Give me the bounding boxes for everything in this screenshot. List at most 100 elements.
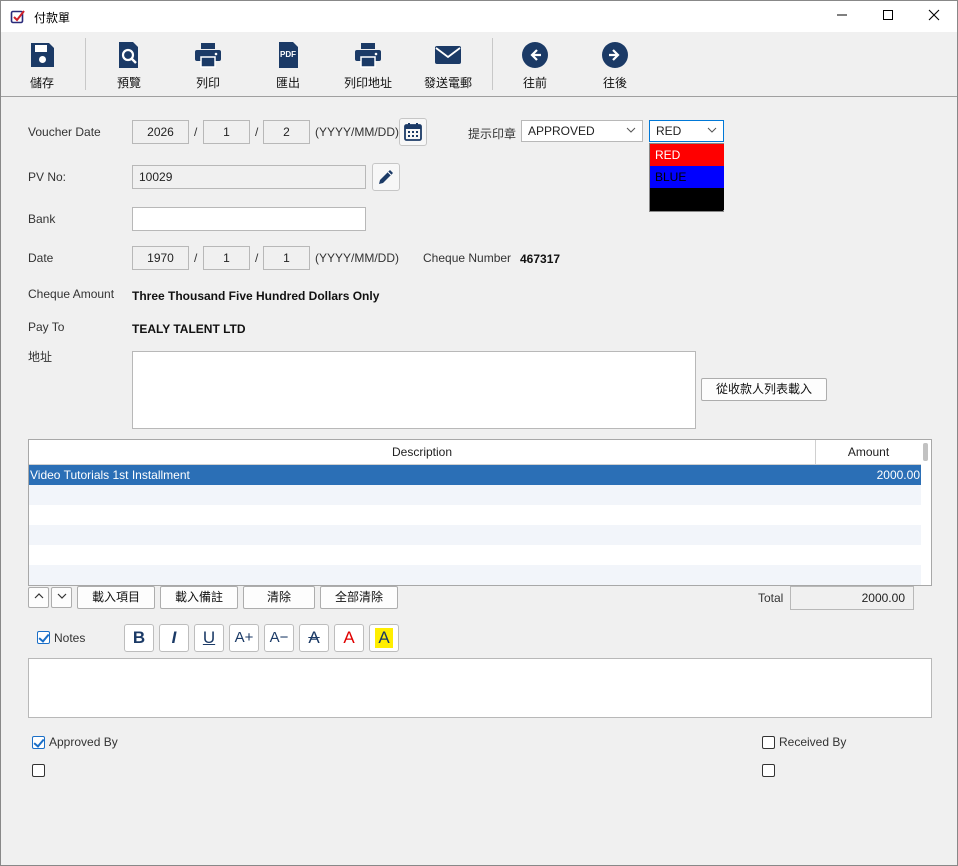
table-scrollbar[interactable]: [921, 440, 931, 585]
color-dropdown-list: RED BLUE: [649, 143, 724, 212]
table-row-empty[interactable]: [29, 485, 921, 505]
clear-all-button[interactable]: 全部清除: [320, 586, 398, 609]
total-field: 2000.00: [790, 586, 914, 610]
preview-button[interactable]: 預覽: [94, 36, 164, 94]
date-day-field[interactable]: 1: [263, 246, 310, 270]
color-select-value: RED: [656, 124, 682, 138]
received-by-checkbox[interactable]: [762, 736, 775, 749]
color-select[interactable]: RED: [649, 120, 724, 142]
pv-no-label: PV No:: [28, 170, 67, 184]
print-address-button[interactable]: 列印地址: [333, 36, 403, 94]
move-up-button[interactable]: [28, 587, 49, 608]
save-button[interactable]: 儲存: [7, 36, 77, 94]
minimize-button[interactable]: [819, 1, 865, 32]
highlight-button[interactable]: A: [369, 624, 399, 652]
previous-label: 往前: [522, 76, 547, 90]
cheque-amount-label: Cheque Amount: [28, 287, 115, 301]
send-email-label: 發送電郵: [423, 76, 472, 90]
load-remarks-button[interactable]: 載入備註: [160, 586, 238, 609]
items-table: Description Amount Video Tutorials 1st I…: [28, 439, 932, 586]
calendar-button[interactable]: [399, 118, 427, 146]
color-option-blue[interactable]: BLUE: [650, 166, 724, 188]
notes-checkbox[interactable]: [37, 631, 50, 644]
notes-textarea[interactable]: [28, 658, 932, 718]
table-row-empty[interactable]: [29, 525, 921, 545]
edit-pv-button[interactable]: [372, 163, 400, 191]
date-separator: /: [255, 125, 259, 139]
print-label: 列印: [195, 76, 220, 90]
pencil-icon: [379, 170, 393, 184]
load-from-payee-list-button[interactable]: 從收款人列表載入: [701, 378, 827, 401]
pv-no-field[interactable]: 10029: [132, 165, 366, 189]
export-label: 匯出: [275, 76, 300, 90]
date-separator: /: [194, 125, 198, 139]
strikethrough-button[interactable]: A: [299, 624, 329, 652]
color-option-red[interactable]: RED: [650, 144, 724, 166]
table-row[interactable]: Video Tutorials 1st Installment 2000.00: [29, 465, 921, 485]
voucher-date-label: Voucher Date: [28, 125, 101, 139]
increase-font-button[interactable]: A+: [229, 624, 259, 652]
next-button[interactable]: 往後: [580, 36, 650, 94]
export-button[interactable]: PDF 匯出: [253, 36, 323, 94]
underline-button[interactable]: U: [194, 624, 224, 652]
scrollbar-thumb[interactable]: [923, 443, 928, 461]
minimize-icon: [837, 14, 847, 16]
next-label: 往後: [602, 76, 627, 90]
table-row-empty[interactable]: [29, 545, 921, 565]
calendar-icon: [404, 123, 422, 141]
bold-button[interactable]: B: [124, 624, 154, 652]
toolbar: 儲存 預覽 列印 PDF 匯出 列印地址 發送電郵 往前 往後: [1, 32, 957, 97]
pay-to-label: Pay To: [28, 320, 65, 334]
approved-by-checkbox[interactable]: [32, 736, 45, 749]
stamp-select[interactable]: APPROVED: [521, 120, 643, 142]
cheque-number-value: 467317: [520, 252, 561, 266]
print-button[interactable]: 列印: [173, 36, 243, 94]
received-by-label: Received By: [779, 735, 847, 749]
column-header-description[interactable]: Description: [29, 440, 816, 465]
voucher-day-field[interactable]: 2: [263, 120, 310, 144]
move-down-button[interactable]: [51, 587, 72, 608]
app-window: 付款單 儲存 預覽 列印 PDF 匯出 列印地址 發送電郵 往前 往後 Vouc…: [0, 0, 958, 866]
arrow-right-icon: [602, 42, 628, 68]
received-signature-checkbox[interactable]: [762, 764, 775, 777]
total-label: Total: [758, 591, 784, 605]
send-email-button[interactable]: 發送電郵: [413, 36, 483, 94]
highlight-label: A: [375, 628, 393, 648]
date-year-field[interactable]: 1970: [132, 246, 189, 270]
preview-icon: [119, 42, 138, 68]
date-format-hint: (YYYY/MM/DD): [315, 251, 399, 265]
chevron-down-icon: [707, 127, 717, 133]
app-icon: [10, 10, 25, 24]
bank-field[interactable]: [132, 207, 366, 231]
address-field[interactable]: [132, 351, 696, 429]
preview-label: 預覽: [116, 76, 141, 90]
table-row-empty[interactable]: [29, 565, 921, 585]
load-items-button[interactable]: 載入項目: [77, 586, 155, 609]
color-option-black[interactable]: [650, 188, 724, 210]
row-description: Video Tutorials 1st Installment: [30, 468, 190, 482]
maximize-button[interactable]: [865, 1, 911, 32]
approved-signature-checkbox[interactable]: [32, 764, 45, 777]
voucher-month-field[interactable]: 1: [203, 120, 250, 144]
stamp-label: 提示印章: [468, 127, 517, 141]
approved-by-label: Approved By: [49, 735, 118, 749]
voucher-year-field[interactable]: 2026: [132, 120, 189, 144]
italic-button[interactable]: I: [159, 624, 189, 652]
row-amount: 2000.00: [876, 468, 920, 482]
clear-button[interactable]: 清除: [243, 586, 315, 609]
close-button[interactable]: [911, 1, 957, 32]
printer-icon: [195, 43, 221, 68]
decrease-font-button[interactable]: A−: [264, 624, 294, 652]
pay-to-value: TEALY TALENT LTD: [132, 322, 246, 336]
chevron-up-icon: [34, 593, 43, 599]
printer-icon: [355, 43, 381, 68]
previous-button[interactable]: 往前: [500, 36, 570, 94]
date-month-field[interactable]: 1: [203, 246, 250, 270]
pdf-icon: PDF: [279, 42, 298, 68]
chevron-down-icon: [57, 593, 66, 599]
cheque-number-label: Cheque Number: [423, 251, 512, 265]
font-color-button[interactable]: A: [334, 624, 364, 652]
column-header-amount[interactable]: Amount: [816, 440, 921, 465]
table-row-empty[interactable]: [29, 505, 921, 525]
title-bar: 付款單: [1, 1, 957, 32]
